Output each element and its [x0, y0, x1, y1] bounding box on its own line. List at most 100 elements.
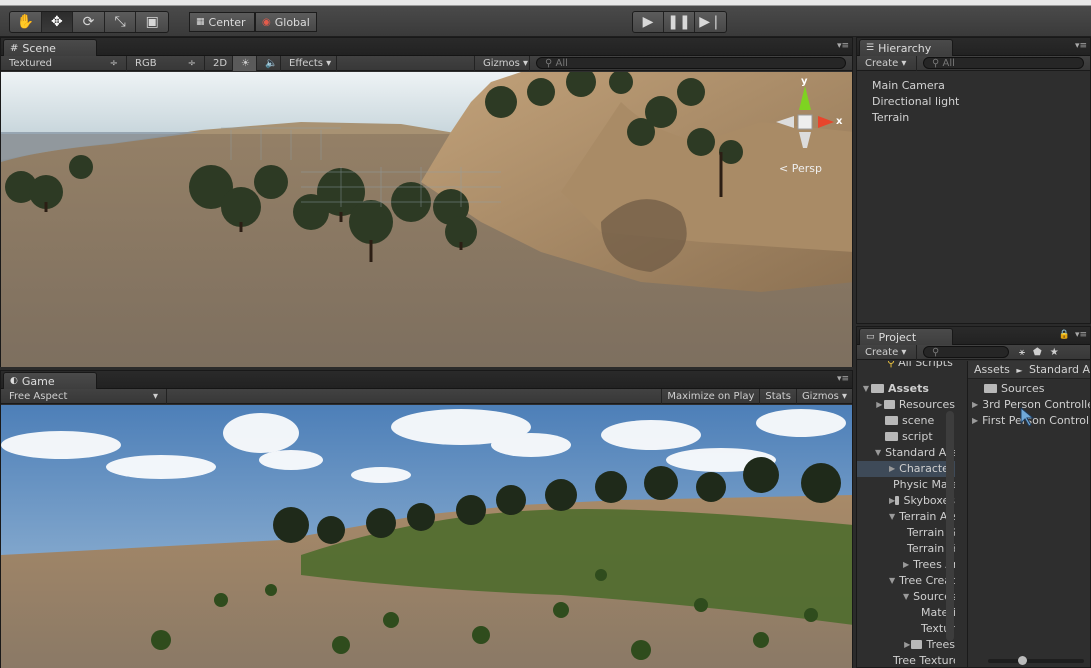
folder-icon: [883, 399, 895, 409]
scene-search-input[interactable]: ⚲ All: [536, 57, 846, 69]
tree-item-label: Assets: [888, 382, 929, 395]
project-tree-item[interactable]: ▼Terrain Assets: [857, 509, 955, 525]
project-tree-item[interactable]: ▼ Standard Assets: [857, 445, 955, 461]
expanded-arrow-icon[interactable]: ▼: [875, 445, 881, 461]
aspect-dropdown[interactable]: Free Aspect ▾: [1, 388, 167, 404]
project-tree-item[interactable]: Terrain Grass: [857, 525, 955, 541]
project-tree-item[interactable]: ▶ Skyboxes: [857, 493, 955, 509]
gizmo-x-label: x: [836, 116, 843, 127]
hand-icon: ✋: [16, 14, 35, 30]
maximize-on-play-toggle[interactable]: Maximize on Play: [661, 388, 761, 404]
breadcrumb-standard-assets[interactable]: Standard Assets: [1029, 363, 1090, 376]
shading-dropdown[interactable]: Textured ÷: [1, 55, 127, 71]
game-viewport[interactable]: [1, 405, 852, 668]
favorite-star-icon[interactable]: ★: [1050, 347, 1059, 358]
project-tree-item[interactable]: scene: [857, 413, 955, 429]
hierarchy-item-directional-light[interactable]: Directional light: [857, 94, 1090, 110]
asset-item-sources[interactable]: Sources: [968, 381, 1090, 397]
expanded-arrow-icon[interactable]: ▼: [861, 381, 871, 397]
tab-game[interactable]: ◐ Game: [3, 372, 97, 389]
project-tree-item[interactable]: Terrain Textures: [857, 541, 955, 557]
collapsed-arrow-icon[interactable]: ▶: [875, 397, 884, 413]
expanded-arrow-icon[interactable]: ▼: [903, 589, 909, 605]
rotate-tool-button[interactable]: ⟳: [73, 12, 105, 32]
toggle-2d-label: 2D: [213, 57, 228, 69]
pivot-label: Center: [208, 15, 246, 29]
scene-orientation-gizmo[interactable]: y x: [774, 76, 844, 156]
render-mode-dropdown[interactable]: RGB ÷: [127, 55, 205, 71]
zoom-slider-handle[interactable]: [1018, 656, 1027, 665]
filter-type-icon[interactable]: ⚹: [1019, 347, 1025, 358]
project-tree-item[interactable]: script: [857, 429, 955, 445]
dropdown-arrow-icon: ÷: [187, 57, 196, 69]
lock-icon[interactable]: 🔒: [1059, 330, 1070, 340]
audio-toggle[interactable]: 🔈: [257, 55, 281, 71]
shading-value: Textured: [9, 57, 52, 69]
rect-icon: ▣: [145, 14, 159, 30]
project-controlbar: Create ▾ ⚲ ⚹ ⬟ ★: [857, 344, 1090, 360]
rect-tool-button[interactable]: ▣: [136, 12, 168, 32]
tab-project[interactable]: ▭ Project: [859, 328, 953, 345]
expanded-arrow-icon[interactable]: ▼: [889, 573, 895, 589]
hierarchy-panel: ☰ Hierarchy ▾≡ Create ▾ ⚲ All Main Camer…: [856, 37, 1091, 324]
expanded-arrow-icon[interactable]: ▼: [889, 509, 895, 525]
collapsed-arrow-icon[interactable]: ▶: [889, 461, 895, 477]
collapsed-arrow-icon[interactable]: ▶: [903, 557, 909, 573]
move-tool-button[interactable]: ✥: [41, 12, 74, 32]
tree-scrollbar[interactable]: [946, 411, 954, 641]
hierarchy-item-label: Main Camera: [872, 79, 945, 92]
hierarchy-create-dropdown[interactable]: Create ▾: [857, 55, 917, 71]
project-create-dropdown[interactable]: Create ▾: [857, 344, 917, 360]
favorite-all-scripts[interactable]: ⚲ All Scripts: [857, 361, 955, 371]
game-gizmos-dropdown[interactable]: Gizmos ▾: [797, 389, 852, 404]
panel-menu-icon[interactable]: ▾≡: [837, 41, 849, 51]
play-button[interactable]: ▶: [633, 12, 664, 32]
collapsed-arrow-icon[interactable]: ▶: [903, 637, 911, 653]
project-tree-item[interactable]: ▶ Resources: [857, 397, 955, 413]
hierarchy-create-label: Create: [865, 57, 899, 69]
pivot-toggle[interactable]: ▦ Center: [189, 12, 255, 32]
project-tree-item[interactable]: ▶ Trees: [857, 637, 955, 653]
hierarchy-item-main-camera[interactable]: Main Camera: [857, 78, 1090, 94]
lighting-toggle[interactable]: ☀: [233, 55, 257, 71]
tab-scene[interactable]: # Scene: [3, 39, 97, 56]
tab-hierarchy[interactable]: ☰ Hierarchy: [859, 39, 953, 56]
pause-button[interactable]: ❚❚: [664, 12, 695, 32]
project-search-input[interactable]: ⚲: [923, 346, 1009, 358]
main-toolbar: ✋ ✥ ⟳ ⤡ ▣ ▦ Center ◉ Global ▶ ❚❚ ▶❘: [0, 6, 1091, 37]
folder-icon: [871, 383, 884, 393]
stats-toggle[interactable]: Stats: [760, 388, 797, 404]
move-arrows-icon: ✥: [51, 14, 63, 30]
breadcrumb-assets[interactable]: Assets: [974, 363, 1010, 376]
effects-dropdown[interactable]: Effects ▾: [281, 55, 337, 71]
expand-arrow-icon[interactable]: ▶: [972, 397, 978, 413]
filter-label-icon[interactable]: ⬟: [1033, 347, 1042, 358]
project-tree-item[interactable]: ▼ Assets: [857, 381, 955, 397]
project-tree-item[interactable]: ▼Tree Creator: [857, 573, 955, 589]
toggle-2d-button[interactable]: 2D: [205, 55, 233, 71]
transform-tools: ✋ ✥ ⟳ ⤡ ▣: [9, 11, 169, 33]
space-toggle[interactable]: ◉ Global: [255, 12, 317, 32]
hand-tool-button[interactable]: ✋: [10, 12, 42, 32]
zoom-slider[interactable]: [988, 656, 1084, 665]
persp-label-wrap[interactable]: < Persp: [779, 162, 822, 175]
project-tree-item[interactable]: Physic Materials: [857, 477, 955, 493]
hierarchy-search-input[interactable]: ⚲ All: [923, 57, 1084, 69]
scene-gizmos-dropdown[interactable]: Gizmos ▾: [474, 55, 530, 71]
project-tree-item[interactable]: ▼ Sources: [857, 589, 955, 605]
scale-tool-button[interactable]: ⤡: [105, 12, 137, 32]
panel-menu-icon[interactable]: ▾≡: [1075, 330, 1087, 340]
rotate-icon: ⟳: [82, 14, 95, 30]
hierarchy-item-terrain[interactable]: Terrain: [857, 110, 1090, 126]
expand-arrow-icon[interactable]: ▶: [972, 413, 978, 429]
project-tree-item[interactable]: ▶Character Controllers: [857, 461, 955, 477]
project-tree-item[interactable]: Tree Textures: [857, 653, 955, 667]
project-tree-item[interactable]: ▶Trees Ambient-Occlusion: [857, 557, 955, 573]
game-controlbar: Free Aspect ▾ Maximize on Play Stats Gizm…: [1, 388, 852, 404]
project-tree-item[interactable]: Materials: [857, 605, 955, 621]
step-button[interactable]: ▶❘: [695, 12, 726, 32]
scene-viewport[interactable]: y x < Persp: [1, 72, 852, 367]
panel-menu-icon[interactable]: ▾≡: [837, 374, 849, 384]
project-tree-item[interactable]: Textures: [857, 621, 955, 637]
panel-menu-icon[interactable]: ▾≡: [1075, 41, 1087, 51]
